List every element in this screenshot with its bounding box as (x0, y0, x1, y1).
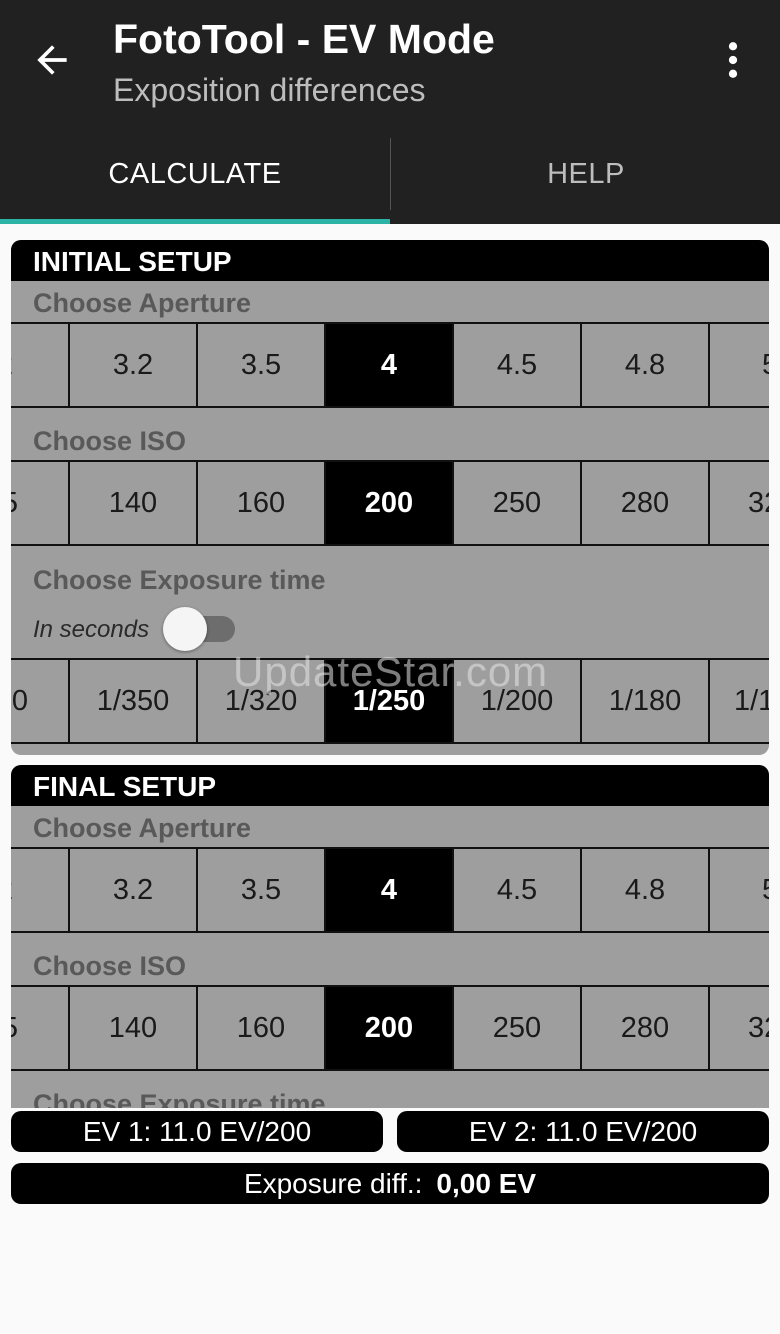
in-seconds-switch-thumb[interactable] (163, 607, 207, 651)
aperture-option[interactable]: 3.2 (70, 324, 198, 406)
exposure-option-selected[interactable]: 1/250 (326, 660, 454, 742)
tab-indicator (0, 219, 390, 224)
final-exposure-label: Choose Exposure time (33, 1089, 326, 1108)
aperture-option[interactable]: 2 (11, 324, 70, 406)
aperture-option[interactable]: 2 (11, 849, 70, 931)
iso-option[interactable]: 280 (582, 987, 710, 1069)
ev2-result: EV 2: 11.0 EV/200 (397, 1111, 769, 1152)
exposure-option[interactable]: 1/180 (582, 660, 710, 742)
exposure-option[interactable]: 1/320 (198, 660, 326, 742)
iso-option[interactable]: 32 (710, 462, 769, 544)
exposure-option[interactable]: 1/1 (710, 660, 769, 742)
aperture-option[interactable]: 3.2 (70, 849, 198, 931)
aperture-option-selected[interactable]: 4 (326, 849, 454, 931)
ev1-result: EV 1: 11.0 EV/200 (11, 1111, 383, 1152)
initial-iso-picker[interactable]: 25 140 160 200 250 280 32 (11, 460, 769, 546)
iso-option[interactable]: 250 (454, 987, 582, 1069)
aperture-option[interactable]: 4.8 (582, 849, 710, 931)
initial-setup-card: INITIAL SETUP Choose Aperture 2 3.2 3.5 … (11, 240, 769, 755)
iso-option-selected[interactable]: 200 (326, 462, 454, 544)
iso-option[interactable]: 140 (70, 462, 198, 544)
exposure-diff-value: 0,00 EV (436, 1167, 537, 1199)
initial-iso-label: Choose ISO (33, 426, 187, 456)
final-setup-header: FINAL SETUP (11, 765, 769, 806)
initial-exposure-label: Choose Exposure time (33, 565, 326, 595)
page-title: FotoTool - EV Mode (113, 16, 495, 62)
iso-option[interactable]: 280 (582, 462, 710, 544)
iso-option[interactable]: 140 (70, 987, 198, 1069)
aperture-option[interactable]: 3.5 (198, 324, 326, 406)
aperture-option-selected[interactable]: 4 (326, 324, 454, 406)
iso-option[interactable]: 160 (198, 462, 326, 544)
initial-aperture-picker[interactable]: 2 3.2 3.5 4 4.5 4.8 5 (11, 322, 769, 408)
final-iso-label: Choose ISO (33, 951, 187, 981)
tab-bar: CALCULATE HELP (0, 128, 780, 224)
exposure-diff-result: Exposure diff.: 0,00 EV (11, 1163, 769, 1204)
initial-setup-header: INITIAL SETUP (11, 240, 769, 281)
tab-calculate[interactable]: CALCULATE (0, 128, 390, 220)
initial-aperture-label: Choose Aperture (33, 288, 252, 318)
final-setup-card: FINAL SETUP Choose Aperture 2 3.2 3.5 4 … (11, 765, 769, 1108)
final-aperture-picker[interactable]: 2 3.2 3.5 4 4.5 4.8 5 (11, 847, 769, 933)
aperture-option[interactable]: 5 (710, 324, 769, 406)
aperture-option[interactable]: 4.5 (454, 849, 582, 931)
aperture-option[interactable]: 4.8 (582, 324, 710, 406)
exposure-option[interactable]: 1/200 (454, 660, 582, 742)
app-bar: FotoTool - EV Mode Exposition difference… (0, 0, 780, 224)
arrow-back-icon[interactable] (30, 38, 74, 82)
final-iso-picker[interactable]: 25 140 160 200 250 280 32 (11, 985, 769, 1071)
iso-option[interactable]: 250 (454, 462, 582, 544)
iso-option-selected[interactable]: 200 (326, 987, 454, 1069)
in-seconds-label: In seconds (33, 616, 150, 643)
aperture-option[interactable]: 3.5 (198, 849, 326, 931)
final-aperture-label: Choose Aperture (33, 813, 252, 843)
exposure-diff-label: Exposure diff.: (243, 1167, 423, 1199)
iso-option[interactable]: 25 (11, 462, 70, 544)
iso-option[interactable]: 32 (710, 987, 769, 1069)
tab-help[interactable]: HELP (391, 128, 780, 220)
iso-option[interactable]: 160 (198, 987, 326, 1069)
exposure-option[interactable]: 1/350 (70, 660, 198, 742)
iso-option[interactable]: 25 (11, 987, 70, 1069)
aperture-option[interactable]: 5 (710, 849, 769, 931)
initial-exposure-picker[interactable]: 00 1/350 1/320 1/250 1/200 1/180 1/1 (11, 658, 769, 744)
page-subtitle: Exposition differences (113, 72, 426, 108)
more-vert-icon[interactable] (716, 38, 750, 82)
exposure-option[interactable]: 00 (11, 660, 70, 742)
aperture-option[interactable]: 4.5 (454, 324, 582, 406)
